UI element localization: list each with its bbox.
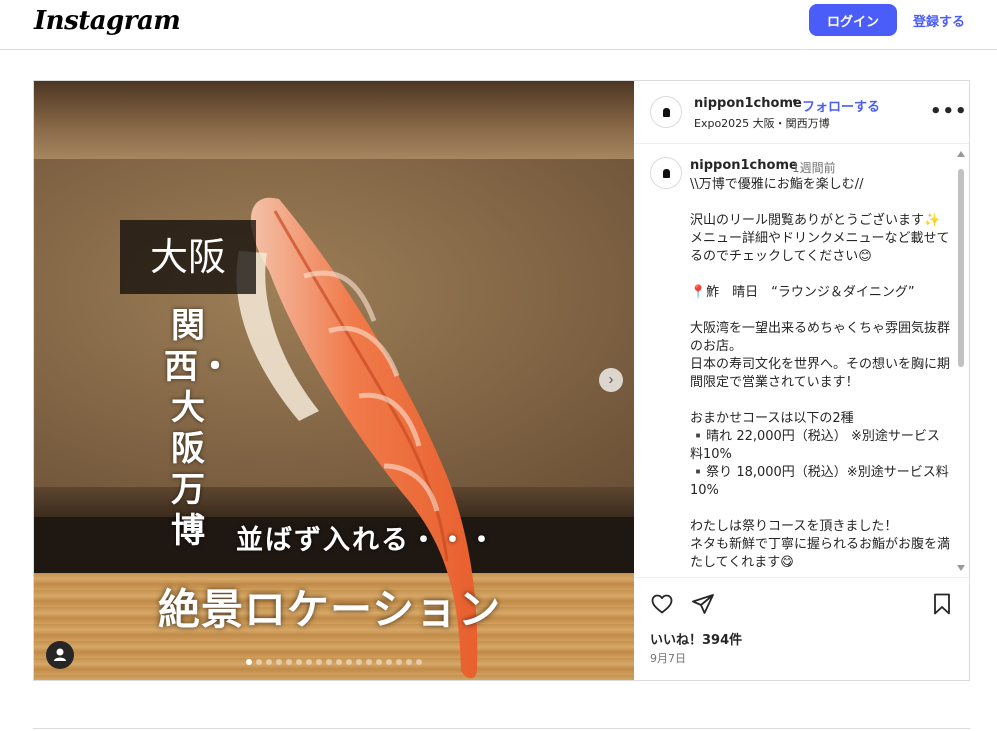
carousel-dot [316, 659, 322, 665]
signup-link[interactable]: 登録する [913, 11, 965, 30]
follow-button[interactable]: フォローする [802, 96, 880, 115]
scrollbar-thumb[interactable] [958, 169, 964, 367]
overlay-subtitle: 並ばず入れる・・・ [236, 525, 497, 556]
avatar[interactable] [650, 96, 682, 128]
user-tag-button[interactable] [46, 641, 74, 669]
carousel-dot [256, 659, 262, 665]
carousel-dot [386, 659, 392, 665]
more-options-icon[interactable]: ••• [930, 101, 968, 122]
carousel-dot [346, 659, 352, 665]
post-header: nippon1chome • フォローする Expo2025 大阪・関西万博 •… [634, 81, 969, 144]
caption-scroll-area[interactable]: nippon1chome 1週間前 \\万博で優雅にお鮨を楽しむ// 沢山のリー… [634, 145, 969, 577]
chevron-right-icon: › [608, 371, 614, 388]
carousel-dot [416, 659, 422, 665]
post-date[interactable]: 9月7日 [650, 650, 686, 666]
carousel-dot [356, 659, 362, 665]
instagram-logo[interactable]: Instagram [34, 6, 181, 36]
post-media[interactable]: 大阪 関西・大阪万博 並ばず入れる・・・ 絶景ロケーション › [34, 81, 634, 680]
scroll-up-arrow-icon[interactable] [957, 151, 965, 157]
carousel-dot [246, 659, 252, 665]
carousel-dot [396, 659, 402, 665]
top-navigation-bar: Instagram ログイン 登録する [0, 0, 997, 50]
carousel-dot [306, 659, 312, 665]
login-button[interactable]: ログイン [809, 4, 897, 36]
bottom-divider [33, 728, 970, 729]
caption-timestamp: 1週間前 [792, 161, 836, 175]
carousel-dot [276, 659, 282, 665]
carousel-dot [296, 659, 302, 665]
caption-username[interactable]: nippon1chome [690, 158, 798, 173]
carousel-dot [376, 659, 382, 665]
post-container: 大阪 関西・大阪万博 並ばず入れる・・・ 絶景ロケーション › nippon1c… [33, 80, 970, 681]
heart-icon[interactable] [650, 592, 674, 616]
carousel-dot [366, 659, 372, 665]
scroll-down-arrow-icon[interactable] [957, 565, 965, 571]
carousel-dot [326, 659, 332, 665]
overlay-osaka-label: 大阪 [120, 220, 256, 294]
caption-scrollbar[interactable] [956, 151, 966, 571]
post-sidebar: nippon1chome • フォローする Expo2025 大阪・関西万博 •… [634, 81, 969, 680]
carousel-dot [266, 659, 272, 665]
caption-avatar[interactable] [650, 157, 682, 189]
overlay-headline: 絶景ロケーション [158, 585, 502, 634]
carousel-dot [286, 659, 292, 665]
post-location[interactable]: Expo2025 大阪・関西万博 [694, 115, 830, 131]
overlay-vertical-title: 関西・大阪万博 [164, 306, 232, 551]
carousel-dot [406, 659, 412, 665]
carousel-indicator [246, 659, 422, 665]
paper-plane-icon[interactable] [691, 592, 715, 616]
post-author-username[interactable]: nippon1chome [694, 96, 802, 111]
carousel-dot [336, 659, 342, 665]
media-background-wall [34, 81, 634, 161]
like-count[interactable]: いいね！394件 [650, 629, 742, 648]
bookmark-icon[interactable] [930, 592, 954, 616]
caption-text: \\万博で優雅にお鮨を楽しむ// 沢山のリール閲覧ありがとうございます✨ メニュ… [690, 177, 951, 570]
user-tag-icon [54, 648, 66, 661]
separator-dot: • [791, 95, 799, 110]
carousel-next-button[interactable]: › [599, 368, 623, 392]
